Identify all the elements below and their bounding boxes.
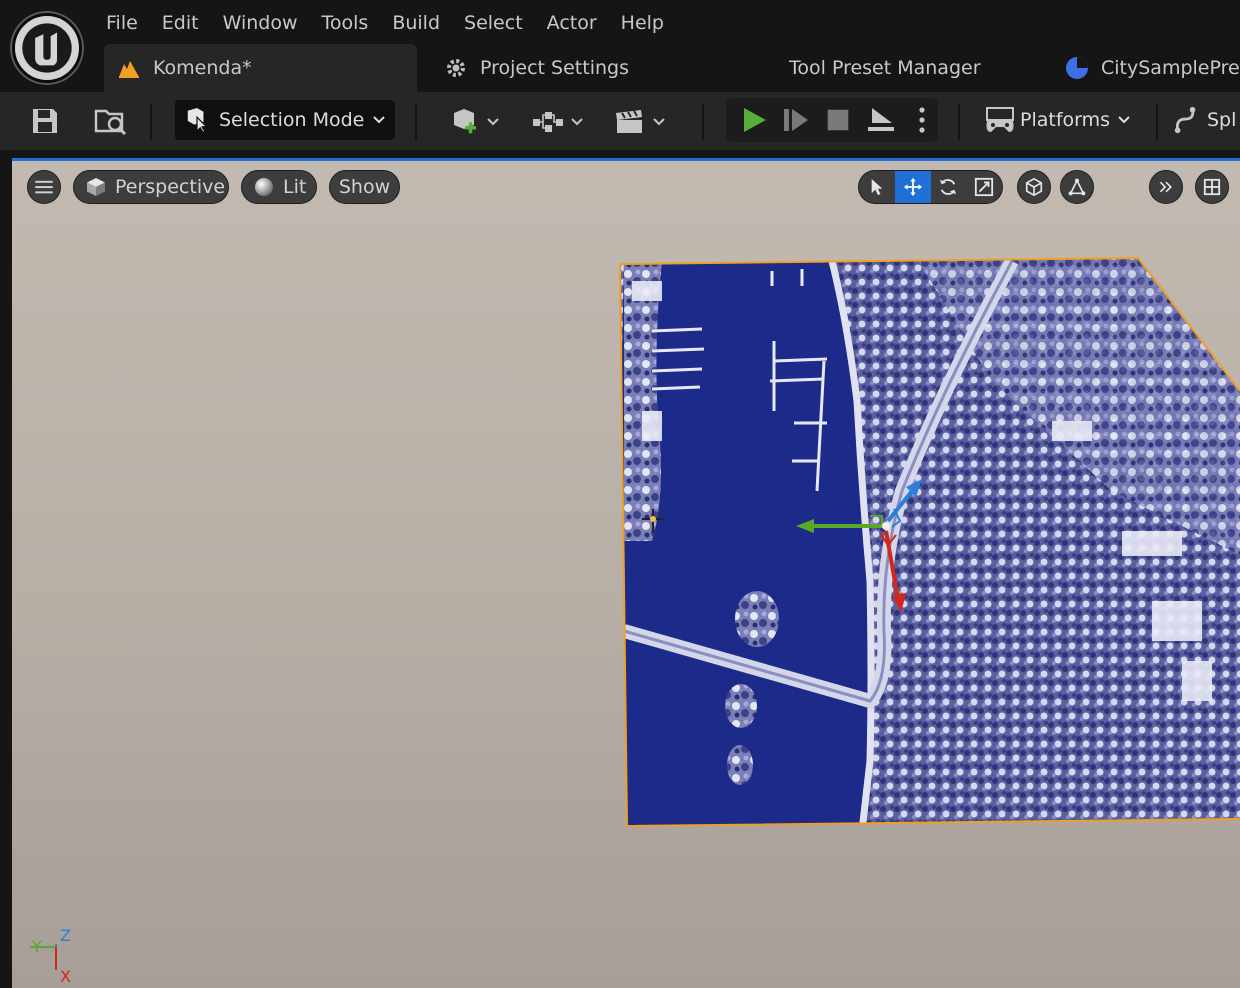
- menu-actor[interactable]: Actor: [535, 8, 609, 40]
- aerial-map-plane[interactable]: [12, 161, 1240, 988]
- cinematics-button[interactable]: [612, 104, 668, 140]
- play-button[interactable]: [736, 102, 772, 138]
- menu-window[interactable]: Window: [211, 8, 310, 40]
- tab-label: Project Settings: [480, 57, 629, 79]
- browse-folder-icon: [94, 109, 127, 136]
- clapperboard-icon: [616, 110, 642, 133]
- transform-tools: [858, 170, 1003, 204]
- stop-button[interactable]: [820, 102, 856, 138]
- menu-edit[interactable]: Edit: [150, 8, 211, 40]
- lit-sphere-icon: [253, 176, 275, 198]
- toolbar-separator: [958, 104, 960, 140]
- save-button[interactable]: [27, 104, 63, 138]
- pivot-marker-icon: [642, 509, 664, 533]
- surface-snapping-button[interactable]: [1060, 170, 1094, 204]
- menu-select[interactable]: Select: [452, 8, 535, 40]
- grid-layout-icon: [1203, 178, 1221, 196]
- selection-mode-label: Selection Mode: [219, 109, 365, 131]
- chevron-down-icon: [653, 118, 665, 126]
- viewport-layout-button[interactable]: [1195, 170, 1229, 204]
- stop-icon: [827, 109, 849, 131]
- blueprint-graph-icon: [533, 112, 563, 132]
- move-arrows-icon: [903, 177, 922, 197]
- rotate-icon: [940, 179, 957, 195]
- axis-y-label: Y: [31, 937, 42, 956]
- blueprint-button[interactable]: [530, 104, 586, 140]
- level-viewport[interactable]: Perspective Lit Show Z Y X: [12, 158, 1240, 988]
- play-controls: [726, 98, 938, 142]
- coordinate-space-icon: [1025, 177, 1043, 197]
- cube-icon: [85, 176, 107, 198]
- main-toolbar: Selection Mode Platforms Spl: [0, 92, 1240, 150]
- scale-icon: [975, 177, 994, 197]
- spline-tool-button[interactable]: Spl: [1172, 100, 1240, 140]
- snapping-icon: [1068, 178, 1086, 196]
- content-browser-button[interactable]: [91, 103, 131, 139]
- platforms-dropdown[interactable]: Platforms: [983, 100, 1143, 140]
- advance-frame-button[interactable]: [778, 102, 814, 138]
- gear-icon: [443, 55, 469, 81]
- axis-z-label: Z: [60, 926, 71, 945]
- scale-tool-button[interactable]: [966, 171, 1002, 203]
- translate-tool-button[interactable]: [894, 171, 931, 203]
- axis-x-label: X: [60, 967, 71, 986]
- menu-bar: File Edit Window Tools Build Select Acto…: [94, 8, 676, 40]
- chevron-down-icon: [571, 118, 583, 126]
- perspective-view-button[interactable]: Perspective: [73, 170, 229, 204]
- tab-citysample[interactable]: CitySamplePre: [1034, 44, 1240, 92]
- menu-help[interactable]: Help: [609, 8, 676, 40]
- show-label: Show: [338, 176, 391, 198]
- play-icon: [744, 108, 766, 132]
- play-options-button[interactable]: [912, 102, 932, 138]
- spline-icon: [1174, 106, 1196, 134]
- menu-tools[interactable]: Tools: [310, 8, 381, 40]
- rotate-tool-button[interactable]: [931, 171, 967, 203]
- gamepad-icon: [986, 107, 1014, 132]
- tab-label: Tool Preset Manager: [789, 57, 981, 79]
- toolbar-separator: [1156, 104, 1158, 140]
- hamburger-menu-icon: [35, 180, 53, 194]
- tab-project-settings[interactable]: Project Settings: [417, 44, 757, 92]
- eject-icon: [868, 108, 894, 131]
- chevron-down-icon: [1118, 116, 1130, 124]
- title-bar: File Edit Window Tools Build Select Acto…: [0, 0, 1240, 92]
- menu-file[interactable]: File: [94, 8, 150, 40]
- viewport-options-button[interactable]: [27, 170, 61, 204]
- toolbar-separator: [150, 104, 152, 140]
- add-actor-button[interactable]: [446, 104, 504, 140]
- add-actor-icon: [454, 109, 476, 134]
- cursor-icon: [871, 179, 883, 195]
- selection-mode-dropdown[interactable]: Selection Mode: [175, 100, 395, 140]
- view-mode-lit-button[interactable]: Lit: [241, 170, 317, 204]
- more-viewport-options-button[interactable]: [1149, 170, 1183, 204]
- double-chevron-right-icon: [1159, 181, 1172, 193]
- spline-label: Spl: [1207, 109, 1237, 131]
- tab-tool-preset-manager[interactable]: Tool Preset Manager: [757, 44, 1034, 92]
- lit-label: Lit: [283, 176, 307, 198]
- blueprint-icon: [1064, 55, 1090, 81]
- chevron-down-icon: [487, 118, 499, 126]
- select-tool-button[interactable]: [859, 171, 895, 203]
- unreal-logo-icon[interactable]: [12, 13, 82, 83]
- tab-label: Komenda*: [153, 57, 252, 79]
- document-tabs: Komenda* Project Settings Tool Preset Ma…: [104, 44, 1240, 92]
- platforms-label: Platforms: [1020, 109, 1111, 131]
- level-icon: [116, 55, 142, 81]
- save-icon: [33, 109, 57, 133]
- step-forward-icon: [784, 109, 808, 131]
- toolbar-separator: [702, 104, 704, 140]
- axis-indicator-icon: Z Y X: [30, 926, 71, 986]
- eject-button[interactable]: [861, 102, 901, 138]
- chevron-down-icon: [373, 116, 386, 124]
- toolbar-separator: [415, 104, 417, 140]
- world-local-toggle-button[interactable]: [1017, 170, 1051, 204]
- selection-mode-icon: [187, 108, 208, 133]
- menu-build[interactable]: Build: [380, 8, 452, 40]
- show-flags-button[interactable]: Show: [329, 170, 400, 204]
- transform-gizmo: [796, 479, 922, 613]
- tab-komenda[interactable]: Komenda*: [104, 44, 417, 92]
- more-vertical-icon: [919, 107, 925, 133]
- tab-label: CitySamplePre: [1101, 57, 1240, 79]
- perspective-label: Perspective: [115, 176, 226, 198]
